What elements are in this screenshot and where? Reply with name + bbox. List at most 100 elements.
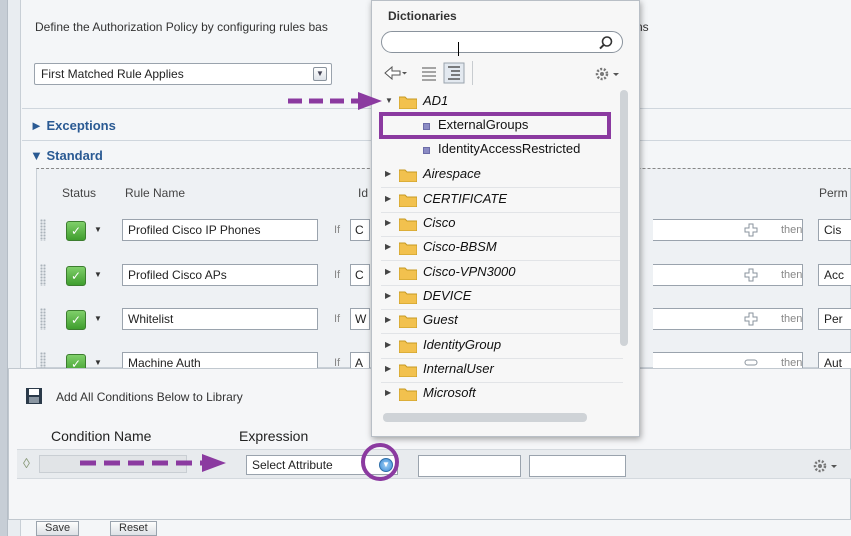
attribute-icon [423, 147, 430, 154]
rule-name-field[interactable]: Whitelist [122, 308, 318, 330]
operator-field[interactable] [418, 455, 521, 477]
tree-item-internaluser[interactable]: ▶ InternalUser [381, 358, 623, 382]
collapsed-triangle-icon[interactable]: ▶ [385, 340, 391, 349]
folder-icon [399, 388, 417, 401]
tree-item-label: IdentityAccessRestricted [438, 141, 581, 156]
collapsed-triangle-icon[interactable]: ▶ [385, 194, 391, 203]
tree-item-label: CERTIFICATE [423, 191, 508, 206]
dictionaries-title: Dictionaries [388, 9, 457, 23]
collapsed-triangle-icon[interactable]: ▶ [385, 291, 391, 300]
drag-handle-icon[interactable] [40, 219, 46, 241]
exceptions-section-toggle[interactable]: ► Exceptions [30, 118, 116, 133]
column-header-status: Status [62, 186, 97, 200]
tree-item-cisco[interactable]: ▶ Cisco [381, 212, 623, 236]
tree-item-ad1[interactable]: ▼ AD1 [381, 90, 623, 114]
permission-field[interactable]: Cis [818, 219, 851, 241]
text-cursor [458, 42, 459, 56]
rule-name-field[interactable]: Profiled Cisco APs [122, 264, 318, 286]
tree-item-identityaccessrestricted[interactable]: IdentityAccessRestricted [381, 138, 623, 162]
rule-name-field[interactable]: Profiled Cisco IP Phones [122, 219, 318, 241]
left-nav-strip [0, 0, 8, 536]
save-to-library-icon[interactable] [25, 387, 43, 405]
dictionary-search-input[interactable] [381, 31, 623, 56]
dashed-arrow-annotation [80, 454, 226, 472]
folder-icon [399, 364, 417, 377]
permission-field[interactable]: Per [818, 308, 851, 330]
add-all-conditions-link[interactable]: Add All Conditions Below to Library [56, 390, 243, 404]
chevron-down-icon[interactable]: ▼ [94, 225, 102, 234]
folder-icon [399, 242, 417, 255]
collapsed-triangle-icon[interactable]: ▶ [385, 315, 391, 324]
tree-item-microsoft[interactable]: ▶ Microsoft [381, 382, 623, 406]
tree-item-certificate[interactable]: ▶ CERTIFICATE [381, 188, 623, 212]
chevron-down-icon[interactable]: ▼ [94, 358, 102, 367]
plus-icon[interactable] [744, 312, 758, 326]
tree-item-label: DEVICE [423, 288, 472, 303]
tree-item-label: AD1 [423, 93, 449, 108]
tree-item-cisco-bbsm[interactable]: ▶ Cisco-BBSM [381, 236, 623, 260]
tree-item-label: Cisco-BBSM [423, 239, 497, 254]
search-icon[interactable] [598, 35, 614, 51]
folder-icon [399, 291, 417, 304]
policy-description: Define the Authorization Policy by confi… [35, 20, 328, 34]
drag-handle-icon[interactable] [40, 308, 46, 330]
save-button[interactable]: Save [36, 521, 80, 536]
tree-item-label: Guest [423, 312, 458, 327]
tree-item-airespace[interactable]: ▶ Airespace [381, 163, 623, 187]
status-enabled-button[interactable]: ✓ [66, 266, 86, 286]
folder-icon [399, 96, 417, 109]
condition-field[interactable]: W [350, 308, 370, 330]
highlight-circle-annotation [361, 443, 399, 481]
vertical-scrollbar[interactable] [620, 90, 628, 346]
permission-field[interactable]: Acc [818, 264, 851, 286]
if-label: If [334, 313, 341, 325]
back-arrow-icon[interactable] [384, 65, 408, 81]
value-field[interactable] [529, 455, 626, 477]
collapsed-triangle-icon[interactable]: ▶ [385, 169, 391, 178]
tree-item-label: Microsoft [423, 385, 476, 400]
if-label: If [334, 269, 341, 281]
gear-icon[interactable] [593, 66, 621, 82]
if-label: If [334, 224, 341, 236]
tree-item-device[interactable]: ▶ DEVICE [381, 285, 623, 309]
tree-item-label: Cisco [423, 215, 456, 230]
folder-icon [399, 194, 417, 207]
tree-item-label: Cisco-VPN3000 [423, 264, 516, 279]
collapsed-triangle-icon[interactable]: ▶ [385, 388, 391, 397]
tree-item-identitygroup[interactable]: ▶ IdentityGroup [381, 334, 623, 358]
condition-field[interactable]: C [350, 264, 370, 286]
dashed-arrow-annotation [288, 92, 382, 110]
tree-item-cisco-vpn3000[interactable]: ▶ Cisco-VPN3000 [381, 261, 623, 285]
status-enabled-button[interactable]: ✓ [66, 310, 86, 330]
chevron-down-icon[interactable]: ▼ [94, 270, 102, 279]
list-view-icon[interactable] [421, 65, 437, 81]
plus-icon[interactable] [744, 268, 758, 282]
tree-item-label: InternalUser [423, 361, 494, 376]
collapsed-triangle-icon[interactable]: ▶ [385, 267, 391, 276]
drag-handle-icon[interactable] [40, 264, 46, 286]
horizontal-scrollbar[interactable] [383, 413, 587, 422]
highlight-box-annotation [379, 112, 611, 139]
expanded-triangle-icon[interactable]: ▼ [385, 96, 393, 105]
collapsed-triangle-icon[interactable]: ▶ [385, 218, 391, 227]
folder-icon [399, 315, 417, 328]
condition-field[interactable]: C [350, 219, 370, 241]
tree-item-label: IdentityGroup [423, 337, 502, 352]
plus-icon[interactable] [744, 223, 758, 237]
folder-icon [399, 169, 417, 182]
column-header-permissions: Perm [819, 186, 848, 200]
standard-section-toggle[interactable]: ▼ Standard [30, 148, 103, 163]
status-enabled-button[interactable]: ✓ [66, 221, 86, 241]
match-mode-select[interactable]: First Matched Rule Applies ▼ [34, 63, 332, 85]
tree-view-icon[interactable] [443, 62, 465, 84]
column-header-rule-name: Rule Name [125, 186, 186, 200]
reset-button[interactable]: Reset [110, 521, 157, 536]
gear-icon[interactable] [811, 458, 839, 474]
tree-item-guest[interactable]: ▶ Guest [381, 309, 623, 333]
collapsed-triangle-icon[interactable]: ▶ [385, 364, 391, 373]
collapsed-triangle-icon[interactable]: ▶ [385, 242, 391, 251]
chevron-down-icon[interactable]: ▼ [94, 314, 102, 323]
dictionary-toolbar [381, 61, 631, 87]
select-attribute-label: Select Attribute [252, 458, 333, 472]
chevron-down-icon[interactable]: ▼ [313, 67, 327, 81]
